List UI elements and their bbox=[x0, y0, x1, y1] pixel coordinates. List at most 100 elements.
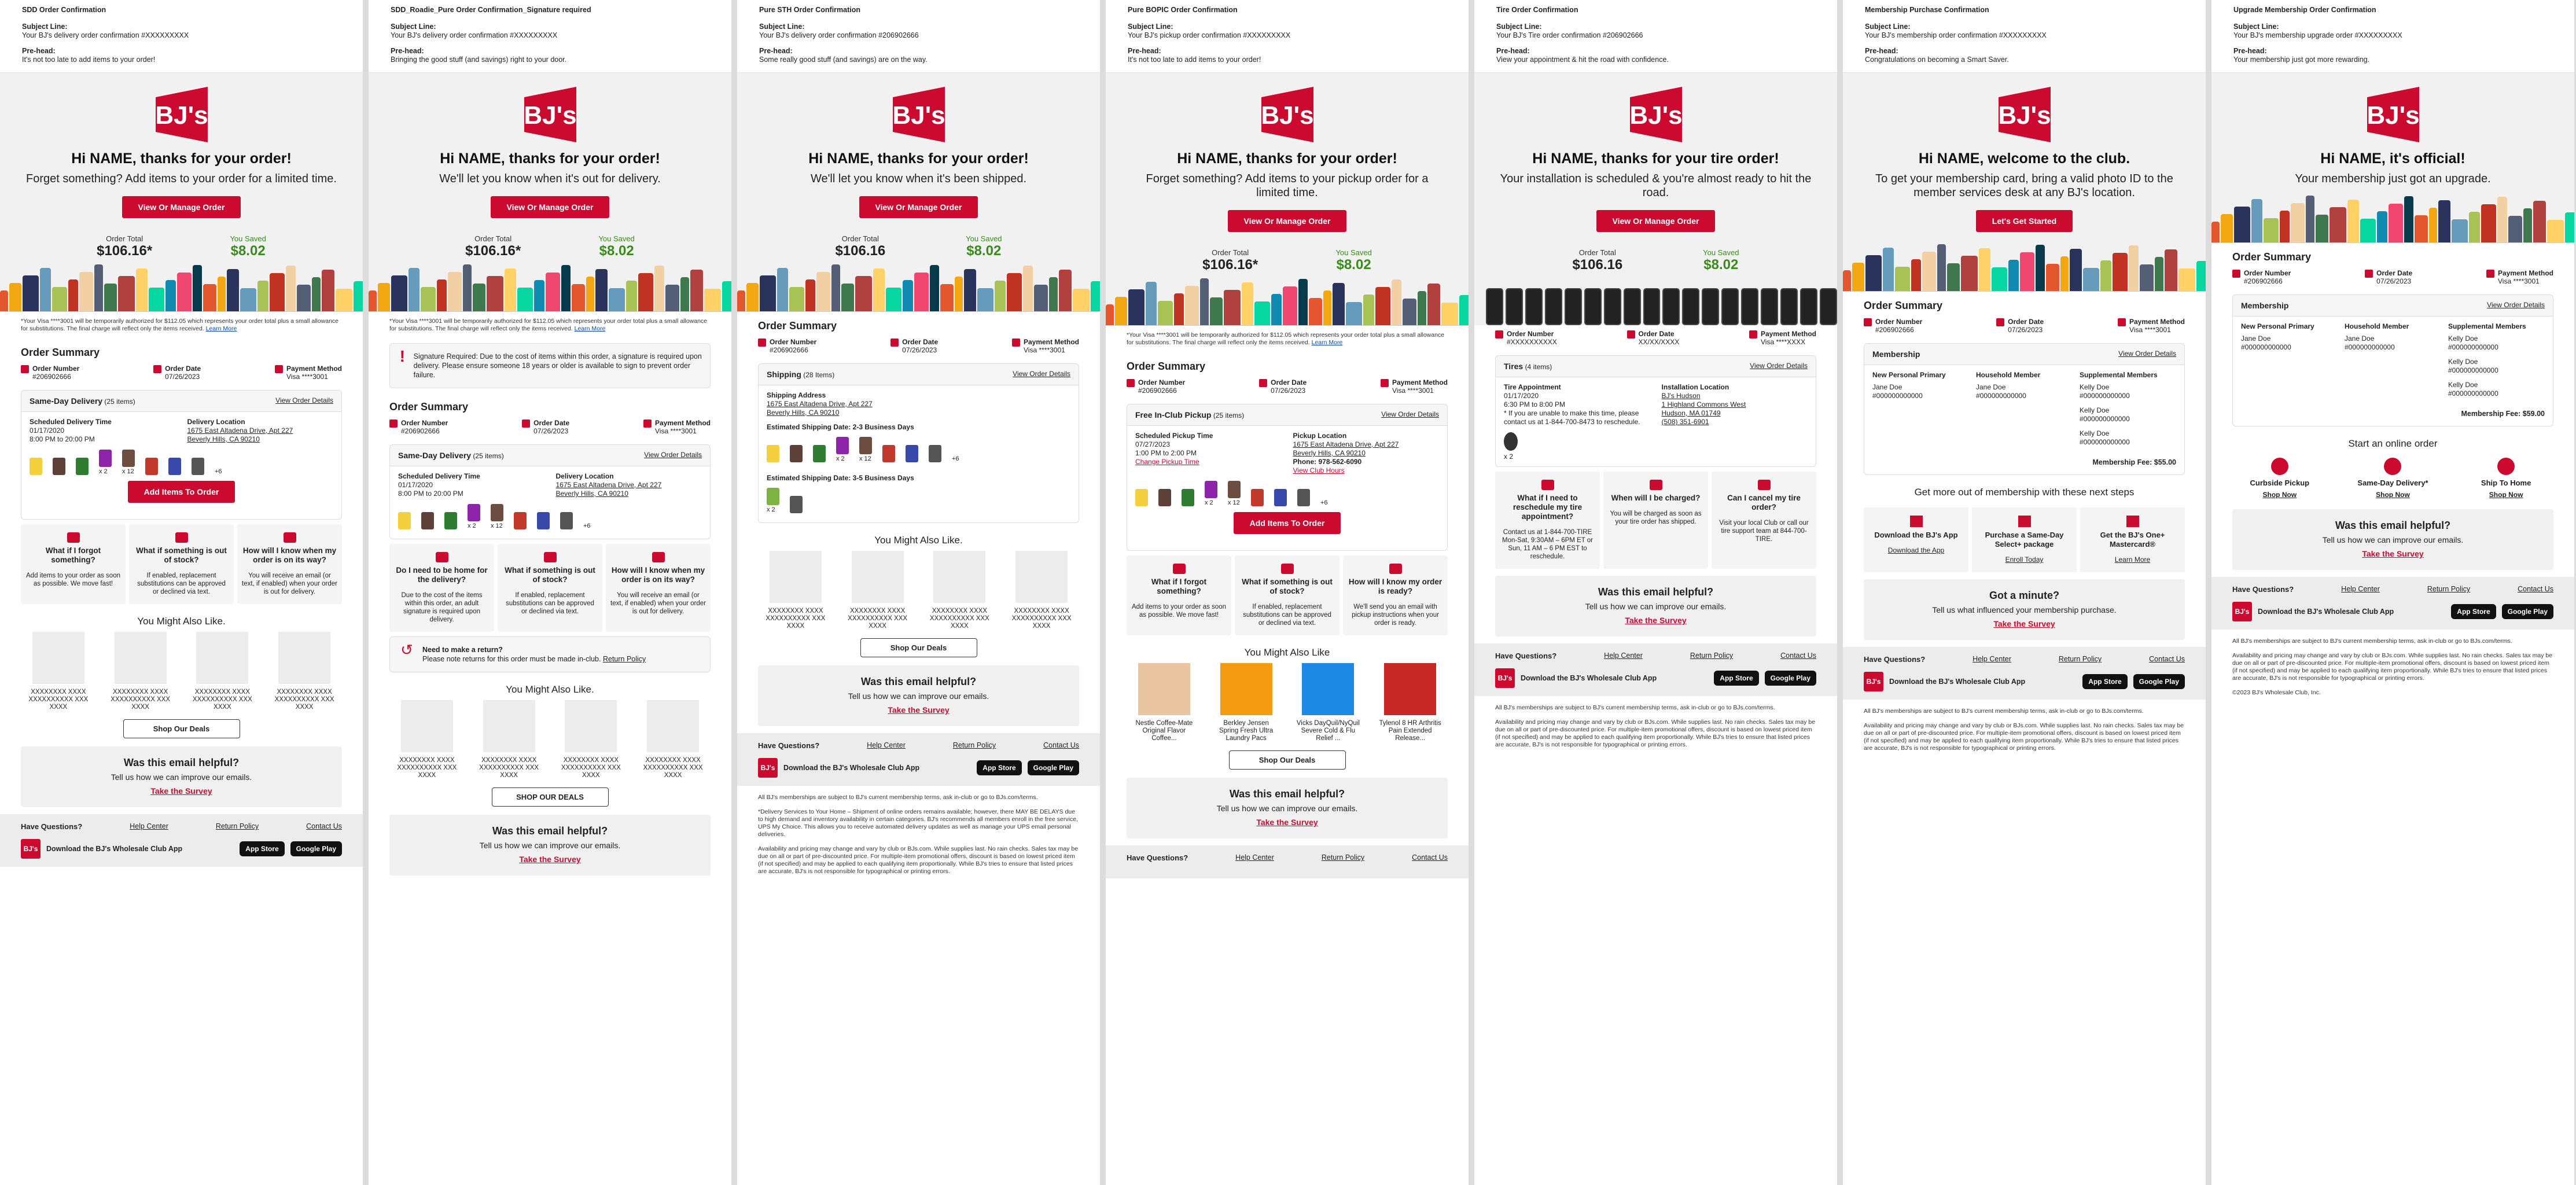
receipt-icon bbox=[21, 365, 29, 373]
shop-our-deals-button[interactable]: SHOP OUR DEALS bbox=[491, 787, 609, 807]
view-order-details-link[interactable]: View Order Details bbox=[644, 451, 702, 460]
change-pickup-link[interactable]: Change Pickup Time bbox=[1135, 458, 1199, 466]
view-manage-order-button[interactable]: View Or Manage Order bbox=[490, 196, 610, 218]
grocery-item bbox=[1059, 270, 1072, 311]
product-tile[interactable]: Berkley Jensen Spring Fresh Ultra Laundr… bbox=[1215, 663, 1278, 742]
survey-link[interactable]: Take the Survey bbox=[1625, 616, 1686, 625]
return-policy-link[interactable]: Return Policy bbox=[216, 822, 259, 831]
survey-link[interactable]: Take the Survey bbox=[1993, 619, 2055, 628]
product-tile[interactable]: Tylenol 8 HR Arthritis Pain Extended Rel… bbox=[1378, 663, 1442, 742]
more-items: +6 bbox=[1320, 499, 1328, 506]
return-policy-link[interactable]: Return Policy bbox=[1690, 652, 1733, 660]
recommend-tile[interactable]: XXXXXXXX XXXX XXXXXXXXXX XXX XXXX bbox=[764, 551, 827, 630]
get-started-button[interactable]: Let's Get Started bbox=[1975, 210, 2073, 232]
step-link[interactable]: Download the App bbox=[1867, 546, 1965, 555]
city-link[interactable]: Beverly Hills, CA 90210 bbox=[556, 490, 628, 498]
survey-link[interactable]: Take the Survey bbox=[150, 786, 212, 796]
recommend-tiles: XXXXXXXX XXXX XXXXXXXXXX XXX XXXX XXXXXXX… bbox=[0, 632, 363, 711]
contact-link[interactable]: Contact Us bbox=[1043, 741, 1079, 750]
survey-link[interactable]: Take the Survey bbox=[2362, 549, 2423, 558]
shop-now-link[interactable]: Shop Now bbox=[2376, 491, 2410, 499]
google-play-button[interactable]: Google Play bbox=[2133, 674, 2185, 689]
return-policy-link[interactable]: Return Policy bbox=[2059, 655, 2102, 664]
view-order-details-link[interactable]: View Order Details bbox=[275, 396, 333, 406]
recommend-tile[interactable]: XXXXXXXX XXXX XXXXXXXXXX XXX XXXX bbox=[27, 632, 90, 711]
view-manage-order-button[interactable]: View Or Manage Order bbox=[1596, 210, 1716, 232]
contact-link[interactable]: Contact Us bbox=[2149, 655, 2185, 664]
return-policy-link[interactable]: Return Policy bbox=[1322, 853, 1364, 862]
club-link[interactable]: BJ's Hudson bbox=[1662, 392, 1701, 400]
help-center-link[interactable]: Help Center bbox=[1604, 652, 1643, 660]
shop-our-deals-button[interactable]: Shop Our Deals bbox=[123, 719, 240, 738]
help-center-link[interactable]: Help Center bbox=[867, 741, 906, 750]
club-phone-link[interactable]: (508) 351-6901 bbox=[1662, 418, 1709, 426]
club-address-link[interactable]: 1 Highland Commons West bbox=[1662, 400, 1746, 409]
google-play-button[interactable]: Google Play bbox=[290, 841, 342, 856]
contact-link[interactable]: Contact Us bbox=[306, 822, 342, 831]
google-play-button[interactable]: Google Play bbox=[2501, 604, 2553, 619]
club-hours-link[interactable]: View Club Hours bbox=[1293, 466, 1345, 474]
grocery-item bbox=[378, 283, 390, 311]
shop-our-deals-button[interactable]: Shop Our Deals bbox=[1228, 750, 1346, 770]
view-order-details-link[interactable]: View Order Details bbox=[1013, 370, 1070, 379]
city-link[interactable]: Beverly Hills, CA 90210 bbox=[767, 409, 839, 417]
view-order-details-link[interactable]: View Order Details bbox=[2118, 349, 2176, 359]
product-tile[interactable]: Vicks DayQuil/NyQuil Severe Cold & Flu R… bbox=[1296, 663, 1360, 742]
shop-now-link[interactable]: Shop Now bbox=[2489, 491, 2523, 499]
help-center-link[interactable]: Help Center bbox=[2341, 585, 2380, 594]
add-items-button[interactable]: Add Items To Order bbox=[127, 481, 235, 503]
club-city-link[interactable]: Hudson, MA 01749 bbox=[1662, 409, 1721, 417]
view-manage-order-button[interactable]: View Or Manage Order bbox=[122, 196, 241, 218]
step-link[interactable]: Learn More bbox=[2084, 555, 2181, 564]
recommend-tile[interactable]: XXXXXXXX XXXX XXXXXXXXXX XXX XXXX bbox=[273, 632, 336, 711]
city-link[interactable]: Beverly Hills, CA 90210 bbox=[187, 435, 260, 443]
learn-more-link[interactable]: Learn More bbox=[575, 325, 606, 332]
recommend-tile[interactable]: XXXXXXXX XXXX XXXXXXXXXX XXX XXXX bbox=[109, 632, 172, 711]
view-order-details-link[interactable]: View Order Details bbox=[2487, 301, 2545, 310]
survey-link[interactable]: Take the Survey bbox=[888, 705, 949, 715]
address-link[interactable]: 1675 East Altadena Drive, Apt 227 bbox=[1293, 440, 1399, 448]
return-policy-link[interactable]: Return Policy bbox=[953, 741, 996, 750]
help-center-link[interactable]: Help Center bbox=[1973, 655, 2011, 664]
city-link[interactable]: Beverly Hills, CA 90210 bbox=[1293, 449, 1366, 457]
address-link[interactable]: 1675 East Altadena Drive, Apt 227 bbox=[556, 481, 662, 489]
recommend-tile[interactable]: XXXXXXXX XXXX XXXXXXXXXX XXX XXXX bbox=[395, 700, 459, 779]
contact-link[interactable]: Contact Us bbox=[1412, 853, 1448, 862]
recommend-tile[interactable]: XXXXXXXX XXXX XXXXXXXXXX XXX XXXX bbox=[928, 551, 991, 630]
help-center-link[interactable]: Help Center bbox=[1235, 853, 1274, 862]
recommend-tile[interactable]: XXXXXXXX XXXX XXXXXXXXXX XXX XXXX bbox=[559, 700, 623, 779]
google-play-button[interactable]: Google Play bbox=[1764, 671, 1816, 686]
recommend-tile[interactable]: XXXXXXXX XXXX XXXXXXXXXX XXX XXXX bbox=[846, 551, 910, 630]
return-policy-link[interactable]: Return Policy bbox=[603, 655, 646, 663]
survey-link[interactable]: Take the Survey bbox=[519, 855, 580, 864]
app-store-button[interactable]: App Store bbox=[2082, 674, 2128, 689]
recommend-tile[interactable]: XXXXXXXX XXXX XXXXXXXXXX XXX XXXX bbox=[1010, 551, 1073, 630]
view-order-details-link[interactable]: View Order Details bbox=[1381, 410, 1439, 419]
recommend-tile[interactable]: XXXXXXXX XXXX XXXXXXXXXX XXX XXXX bbox=[190, 632, 254, 711]
view-manage-order-button[interactable]: View Or Manage Order bbox=[1227, 210, 1347, 232]
view-order-details-link[interactable]: View Order Details bbox=[1750, 362, 1808, 371]
address-link[interactable]: 1675 East Altadena Drive, Apt 227 bbox=[767, 400, 873, 408]
learn-more-link[interactable]: Learn More bbox=[1312, 339, 1343, 346]
step-link[interactable]: Enroll Today bbox=[1975, 555, 2073, 564]
contact-link[interactable]: Contact Us bbox=[1780, 652, 1816, 660]
help-center-link[interactable]: Help Center bbox=[130, 822, 168, 831]
add-items-button[interactable]: Add Items To Order bbox=[1233, 512, 1341, 534]
contact-link[interactable]: Contact Us bbox=[2518, 585, 2553, 594]
app-store-button[interactable]: App Store bbox=[2451, 604, 2496, 619]
product-tile[interactable]: Nestle Coffee-Mate Original Flavor Coffe… bbox=[1132, 663, 1196, 742]
google-play-button[interactable]: Google Play bbox=[1027, 760, 1079, 775]
learn-more-link[interactable]: Learn More bbox=[206, 325, 237, 332]
app-store-button[interactable]: App Store bbox=[1714, 671, 1759, 686]
shop-our-deals-button[interactable]: Shop Our Deals bbox=[860, 638, 977, 657]
return-policy-link[interactable]: Return Policy bbox=[2427, 585, 2470, 594]
app-store-button[interactable]: App Store bbox=[977, 760, 1022, 775]
helpful-sub: Tell us how we can improve our emails. bbox=[848, 691, 989, 701]
recommend-tile[interactable]: XXXXXXXX XXXX XXXXXXXXXX XXX XXXX bbox=[477, 700, 541, 779]
shop-now-link[interactable]: Shop Now bbox=[2262, 491, 2297, 499]
app-store-button[interactable]: App Store bbox=[240, 841, 285, 856]
address-link[interactable]: 1675 East Altadena Drive, Apt 227 bbox=[187, 426, 293, 435]
view-manage-order-button[interactable]: View Or Manage Order bbox=[859, 196, 978, 218]
recommend-tile[interactable]: XXXXXXXX XXXX XXXXXXXXXX XXX XXXX bbox=[641, 700, 705, 779]
survey-link[interactable]: Take the Survey bbox=[1256, 818, 1318, 827]
